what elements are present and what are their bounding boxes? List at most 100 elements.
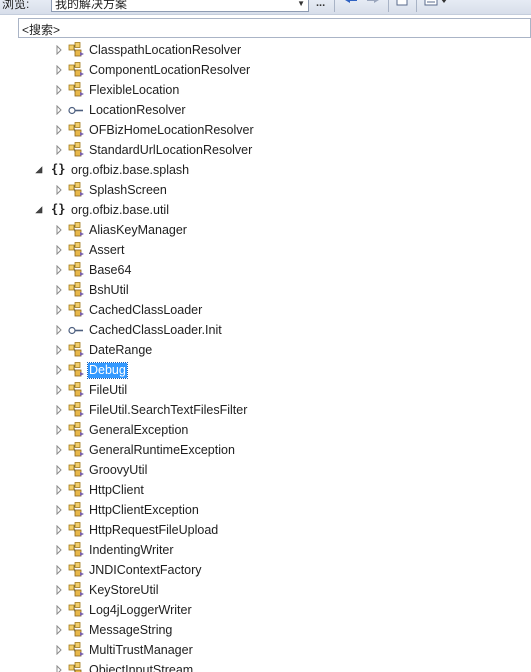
object-browser-tree[interactable]: ClasspathLocationResolver ComponentLocati…	[18, 40, 531, 672]
collapsed-triangle-icon[interactable]	[54, 225, 64, 235]
tree-node-label: IndentingWriter	[89, 543, 174, 557]
collapsed-triangle-icon[interactable]	[54, 405, 64, 415]
namespace-icon: {}	[51, 202, 66, 216]
collapsed-triangle-icon[interactable]	[54, 145, 64, 155]
collapsed-triangle-icon[interactable]	[54, 485, 64, 495]
collapsed-triangle-icon[interactable]	[54, 565, 64, 575]
tree-class-node[interactable]: Debug	[18, 360, 531, 380]
collapsed-triangle-icon[interactable]	[54, 85, 64, 95]
tree-class-node[interactable]: FileUtil	[18, 380, 531, 400]
new-folder-icon[interactable]	[395, 0, 409, 13]
tree-class-node[interactable]: SplashScreen	[18, 180, 531, 200]
tree-class-node[interactable]: ClasspathLocationResolver	[18, 40, 531, 60]
class-icon	[68, 262, 85, 279]
tree-node-label: Base64	[89, 263, 132, 277]
collapsed-triangle-icon[interactable]	[54, 265, 64, 275]
tree-node-label: ClasspathLocationResolver	[89, 43, 242, 57]
collapsed-triangle-icon[interactable]	[54, 585, 64, 595]
namespace-icon: {}	[51, 162, 66, 176]
tree-node-label: GeneralRuntimeException	[89, 443, 235, 457]
collapsed-triangle-icon[interactable]	[54, 645, 64, 655]
tree-class-node[interactable]: HttpRequestFileUpload	[18, 520, 531, 540]
collapsed-triangle-icon[interactable]	[54, 665, 64, 672]
tree-node-label: org.ofbiz.base.splash	[71, 163, 190, 177]
tree-class-node[interactable]: GeneralRuntimeException	[18, 440, 531, 460]
collapsed-triangle-icon[interactable]	[54, 105, 64, 115]
class-icon	[68, 642, 85, 659]
class-icon	[68, 382, 85, 399]
tree-class-node[interactable]: FlexibleLocation	[18, 80, 531, 100]
tree-class-node[interactable]: AliasKeyManager	[18, 220, 531, 240]
tree-class-node[interactable]: ObjectInputStream	[18, 660, 531, 672]
tree-class-node[interactable]: JNDIContextFactory	[18, 560, 531, 580]
collapsed-triangle-icon[interactable]	[54, 505, 64, 515]
collapsed-triangle-icon[interactable]	[54, 45, 64, 55]
tree-node-label: AliasKeyManager	[89, 223, 187, 237]
class-icon	[68, 482, 85, 499]
collapsed-triangle-icon[interactable]	[54, 305, 64, 315]
tree-namespace-node[interactable]: {} org.ofbiz.base.util	[18, 200, 531, 220]
collapsed-triangle-icon[interactable]	[54, 605, 64, 615]
collapsed-triangle-icon[interactable]	[54, 185, 64, 195]
collapsed-triangle-icon[interactable]	[54, 425, 64, 435]
tree-node-label: Debug	[87, 362, 128, 379]
tree-node-label: KeyStoreUtil	[89, 583, 159, 597]
search-placeholder: <搜索>	[22, 23, 61, 37]
tree-class-node[interactable]: HttpClientException	[18, 500, 531, 520]
tree-class-node[interactable]: CachedClassLoader	[18, 300, 531, 320]
tree-class-node[interactable]: FileUtil.SearchTextFilesFilter	[18, 400, 531, 420]
tree-node-label: CachedClassLoader	[89, 303, 203, 317]
collapsed-triangle-icon[interactable]	[54, 285, 64, 295]
collapsed-triangle-icon[interactable]	[54, 625, 64, 635]
tree-class-node[interactable]: Base64	[18, 260, 531, 280]
class-icon	[68, 362, 85, 379]
class-icon	[68, 442, 85, 459]
tree-class-node[interactable]: ComponentLocationResolver	[18, 60, 531, 80]
tree-node-label: Log4jLoggerWriter	[89, 603, 192, 617]
collapsed-triangle-icon[interactable]	[54, 125, 64, 135]
tree-class-node[interactable]: CachedClassLoader.Init	[18, 320, 531, 340]
class-icon	[68, 422, 85, 439]
collapsed-triangle-icon[interactable]	[54, 345, 64, 355]
tree-node-label: JNDIContextFactory	[89, 563, 202, 577]
browse-ellipsis-button[interactable]: ...	[316, 0, 325, 13]
forward-arrow-icon[interactable]	[366, 0, 380, 13]
collapsed-triangle-icon[interactable]	[54, 445, 64, 455]
tree-class-node[interactable]: MessageString	[18, 620, 531, 640]
tree-class-node[interactable]: MultiTrustManager	[18, 640, 531, 660]
expanded-triangle-icon[interactable]	[34, 165, 44, 175]
tree-node-label: OFBizHomeLocationResolver	[89, 123, 254, 137]
collapsed-triangle-icon[interactable]	[54, 525, 64, 535]
back-arrow-icon[interactable]	[344, 0, 358, 13]
tree-class-node[interactable]: KeyStoreUtil	[18, 580, 531, 600]
tree-class-node[interactable]: HttpClient	[18, 480, 531, 500]
settings-menu-icon[interactable]	[424, 0, 450, 13]
class-icon	[68, 242, 85, 259]
tree-class-node[interactable]: Assert	[18, 240, 531, 260]
tree-class-node[interactable]: StandardUrlLocationResolver	[18, 140, 531, 160]
collapsed-triangle-icon[interactable]	[54, 385, 64, 395]
chevron-down-icon[interactable]: ▼	[297, 0, 305, 8]
tree-class-node[interactable]: GroovyUtil	[18, 460, 531, 480]
collapsed-triangle-icon[interactable]	[54, 465, 64, 475]
collapsed-triangle-icon[interactable]	[54, 325, 64, 335]
browse-scope-select[interactable]: 我的解决方案 ▼	[51, 0, 309, 12]
tree-class-node[interactable]: LocationResolver	[18, 100, 531, 120]
collapsed-triangle-icon[interactable]	[54, 65, 64, 75]
tree-class-node[interactable]: DateRange	[18, 340, 531, 360]
class-icon	[68, 222, 85, 239]
tree-class-node[interactable]: IndentingWriter	[18, 540, 531, 560]
collapsed-triangle-icon[interactable]	[54, 245, 64, 255]
tree-class-node[interactable]: BshUtil	[18, 280, 531, 300]
expanded-triangle-icon[interactable]	[34, 205, 44, 215]
tree-node-label: ComponentLocationResolver	[89, 63, 251, 77]
tree-namespace-node[interactable]: {} org.ofbiz.base.splash	[18, 160, 531, 180]
collapsed-triangle-icon[interactable]	[54, 365, 64, 375]
search-input[interactable]: <搜索>	[18, 18, 531, 38]
collapsed-triangle-icon[interactable]	[54, 545, 64, 555]
tree-class-node[interactable]: Log4jLoggerWriter	[18, 600, 531, 620]
tree-class-node[interactable]: GeneralException	[18, 420, 531, 440]
class-icon	[68, 142, 85, 159]
tree-class-node[interactable]: OFBizHomeLocationResolver	[18, 120, 531, 140]
class-icon	[68, 622, 85, 639]
